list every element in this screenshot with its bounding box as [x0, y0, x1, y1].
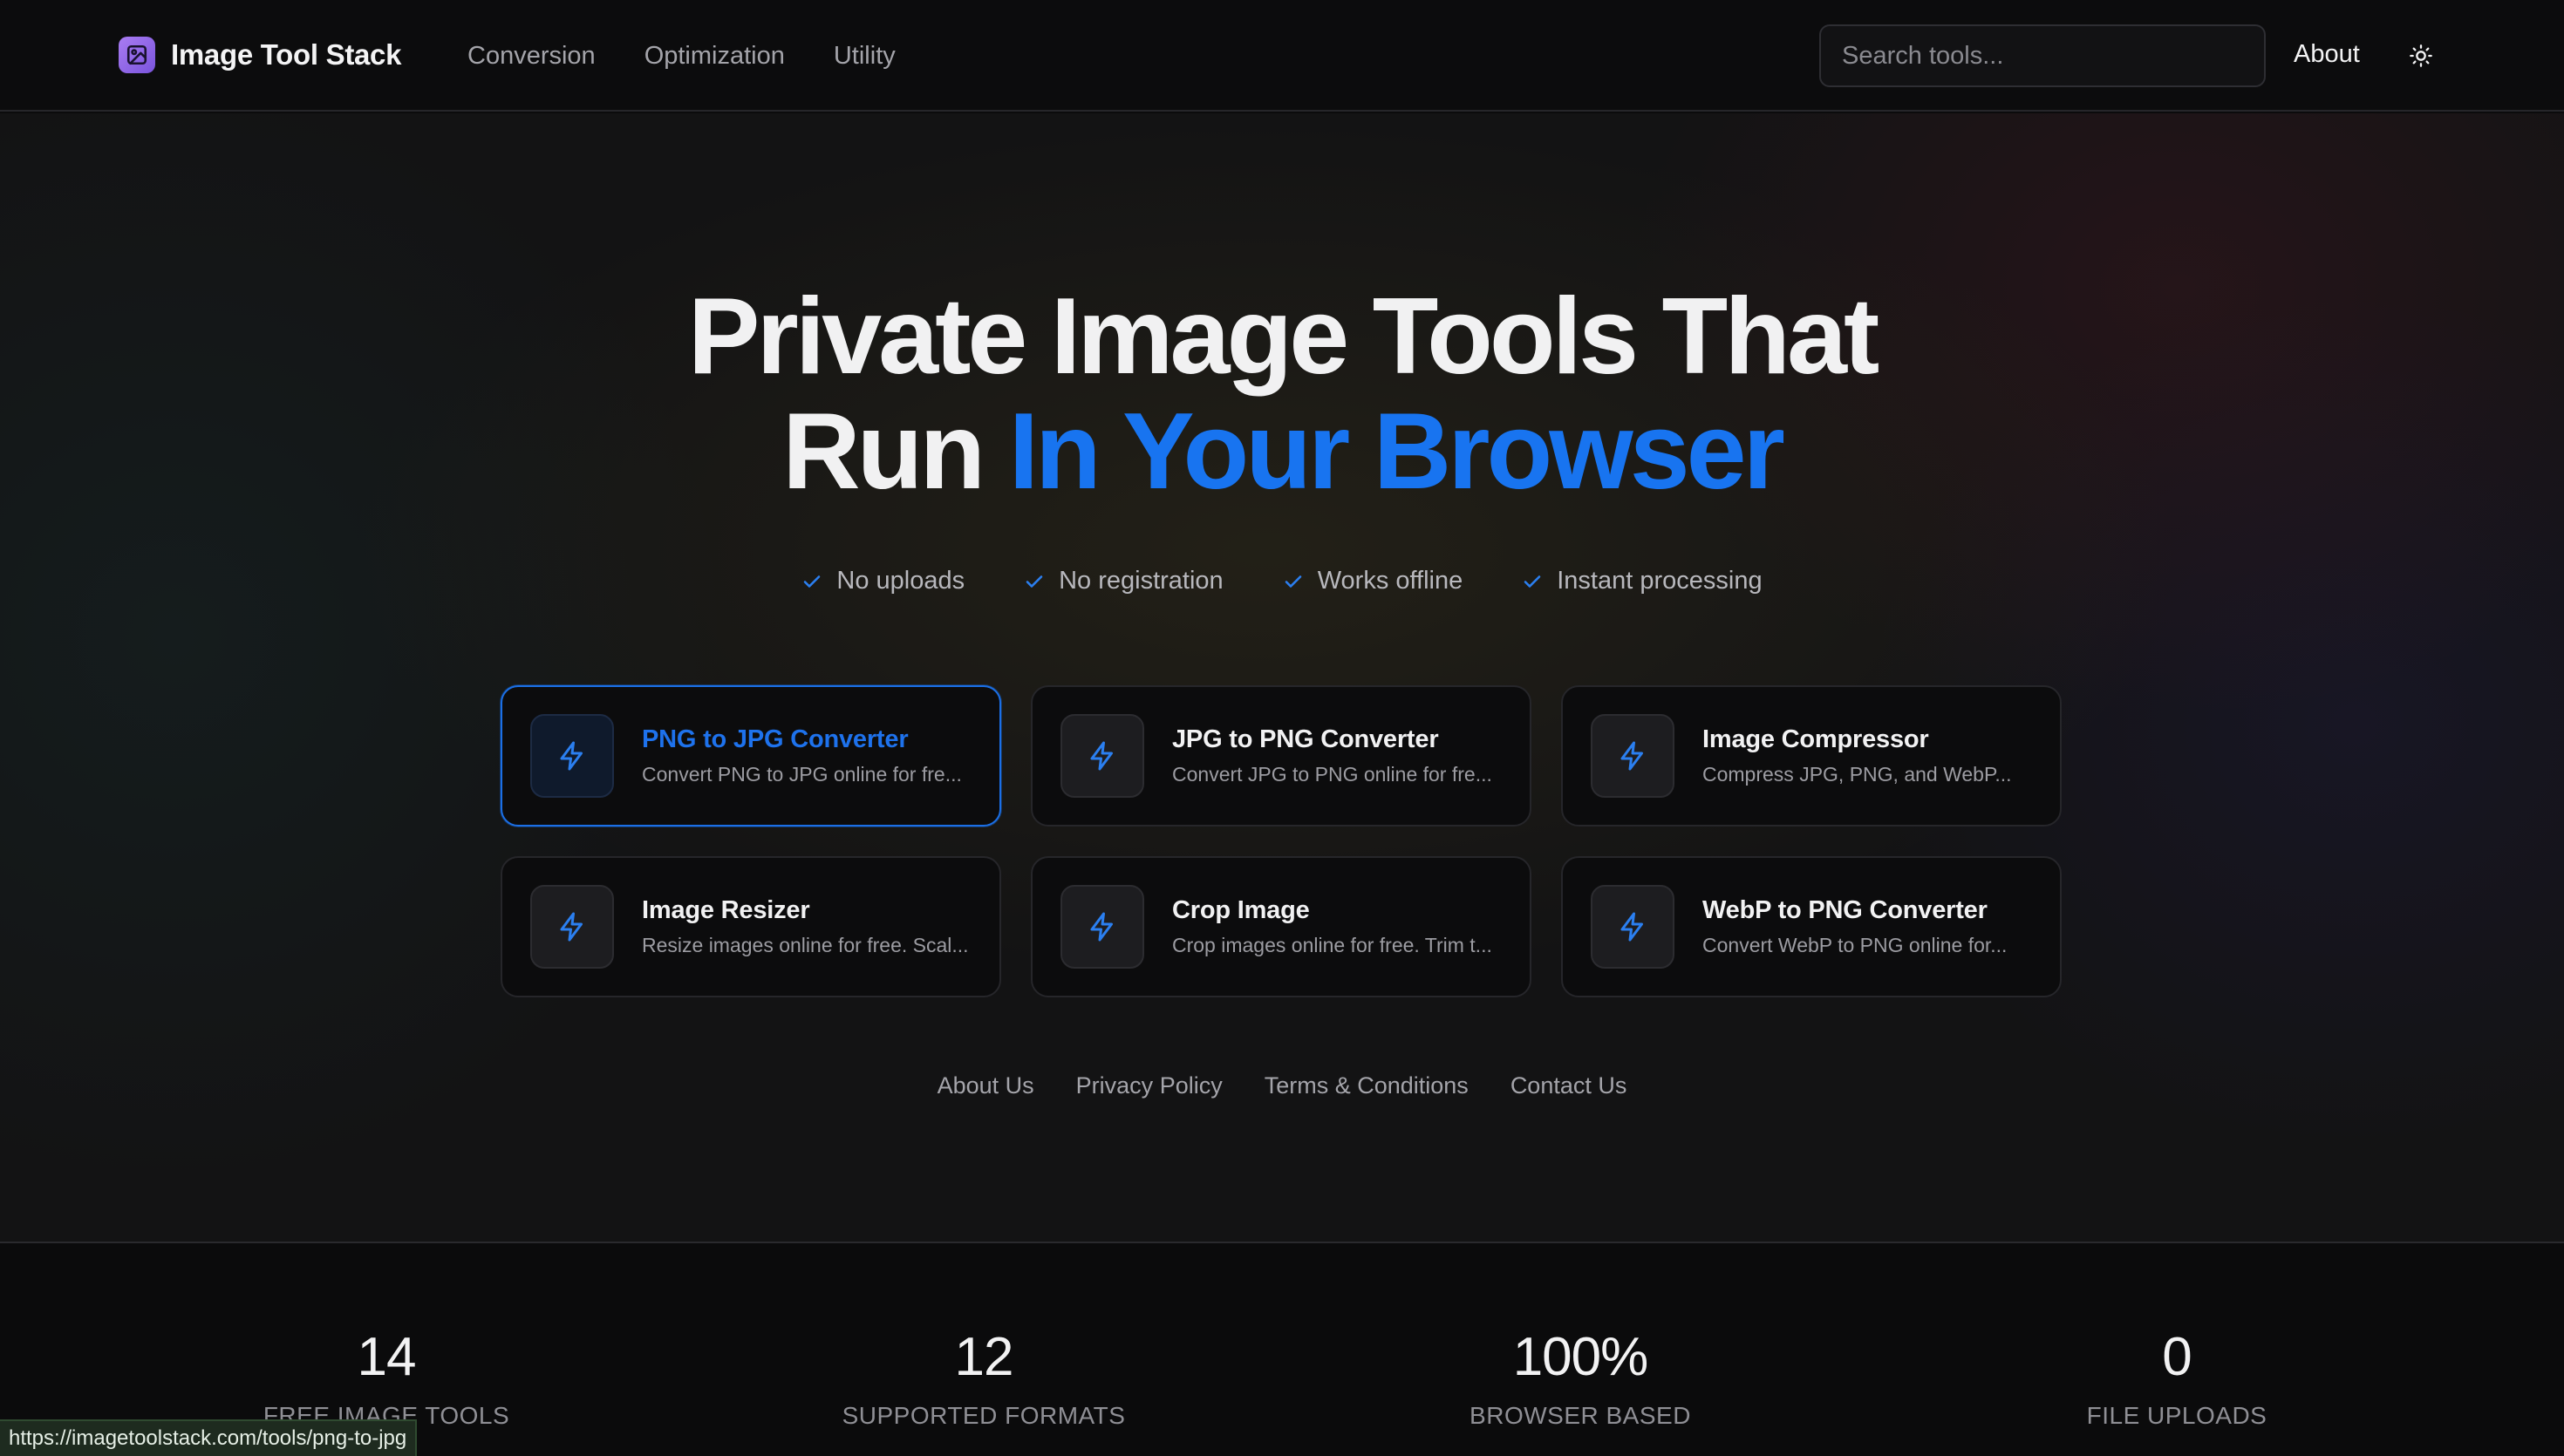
stat-item: 0 FILE UPLOADS — [1915, 1329, 2438, 1430]
feature-badge: No registration — [1024, 567, 1224, 595]
tool-card-jpg-to-png[interactable]: JPG to PNG Converter Convert JPG to PNG … — [1031, 685, 1531, 827]
tool-card-png-to-jpg[interactable]: PNG to JPG Converter Convert PNG to JPG … — [501, 685, 1001, 827]
footer-links: About Us Privacy Policy Terms & Conditio… — [0, 1072, 2564, 1099]
stat-label: SUPPORTED FORMATS — [842, 1402, 1126, 1429]
check-icon — [1285, 575, 1301, 588]
lightning-icon — [530, 714, 614, 798]
feature-badge: Works offline — [1283, 567, 1463, 595]
tool-card-title: JPG to PNG Converter — [1172, 725, 1439, 753]
tool-card-image-compressor[interactable]: Image Compressor Compress JPG, PNG, and … — [1561, 685, 2062, 827]
sun-icon — [2410, 44, 2432, 67]
nav-link-conversion[interactable]: Conversion — [467, 42, 596, 71]
stat-value: 12 — [954, 1327, 1014, 1387]
tool-card-title: PNG to JPG Converter — [642, 725, 909, 753]
tool-card-image-resizer[interactable]: Image Resizer Resize images online for f… — [501, 856, 1001, 997]
stat-label: BROWSER BASED — [1470, 1402, 1691, 1429]
stat-item: 100% BROWSER BASED — [1319, 1329, 1842, 1430]
stat-value: 100% — [1512, 1327, 1649, 1387]
page: Image Tool Stack Conversion Optimization… — [0, 0, 2564, 1456]
feature-badge: Instant processing — [1522, 567, 1763, 595]
hero-title: Private Image Tools That Run In Your Bro… — [0, 279, 2564, 509]
tool-card-title: Image Resizer — [642, 896, 810, 924]
image-icon — [119, 37, 155, 73]
stat-label: FILE UPLOADS — [2086, 1402, 2267, 1429]
nav-link-utility[interactable]: Utility — [834, 42, 896, 71]
hero-section: Private Image Tools That Run In Your Bro… — [0, 113, 2564, 1243]
tool-card-title: Image Compressor — [1702, 725, 1929, 753]
tool-card-grid: PNG to JPG Converter Convert PNG to JPG … — [501, 685, 2063, 997]
link-preview-status-bar: https://imagetoolstack.com/tools/png-to-… — [0, 1419, 418, 1456]
theme-toggle-button[interactable] — [2404, 38, 2438, 73]
hero-title-accent: In Your Browser — [1008, 391, 1785, 512]
tool-card-description: Crop images online for free. Trim t... — [1172, 934, 1492, 956]
tool-card-description: Convert PNG to JPG online for fre... — [642, 763, 962, 786]
feature-badges: No uploads No registration Works offline… — [0, 567, 2564, 595]
check-icon — [804, 575, 821, 588]
tool-card-description: Compress JPG, PNG, and WebP... — [1702, 763, 2012, 786]
tool-card-webp-to-png[interactable]: WebP to PNG Converter Convert WebP to PN… — [1561, 856, 2062, 997]
stat-item: 12 SUPPORTED FORMATS — [722, 1329, 1245, 1430]
top-navbar: Image Tool Stack Conversion Optimization… — [0, 0, 2564, 112]
lightning-icon — [1591, 885, 1674, 969]
lightning-icon — [1060, 885, 1144, 969]
nav-links: Conversion Optimization Utility — [467, 0, 944, 112]
tool-card-description: Convert WebP to PNG online for... — [1702, 934, 2008, 956]
footer-link-privacy-policy[interactable]: Privacy Policy — [1076, 1072, 1223, 1099]
stat-item: 14 FREE IMAGE TOOLS — [125, 1329, 648, 1430]
footer-link-contact-us[interactable]: Contact Us — [1510, 1072, 1627, 1099]
feature-badge-label: Instant processing — [1557, 567, 1763, 595]
feature-badge: No uploads — [801, 567, 965, 595]
feature-badge-label: No registration — [1059, 567, 1224, 595]
stat-value: 14 — [357, 1327, 417, 1387]
hero-title-line2-plain: Run — [782, 391, 1009, 512]
lightning-icon — [530, 885, 614, 969]
tool-card-description: Resize images online for free. Scal... — [642, 934, 969, 956]
nav-link-optimization[interactable]: Optimization — [644, 42, 785, 71]
nav-link-about[interactable]: About — [2294, 40, 2360, 69]
footer-link-terms[interactable]: Terms & Conditions — [1265, 1072, 1469, 1099]
tool-card-title: WebP to PNG Converter — [1702, 896, 1988, 924]
feature-badge-label: No uploads — [836, 567, 965, 595]
brand-logo-link[interactable]: Image Tool Stack — [119, 37, 401, 73]
tool-card-description: Convert JPG to PNG online for fre... — [1172, 763, 1492, 786]
stat-value: 0 — [2162, 1327, 2192, 1387]
feature-badge-label: Works offline — [1317, 567, 1463, 595]
lightning-icon — [1591, 714, 1674, 798]
lightning-icon — [1060, 714, 1144, 798]
check-icon — [1026, 575, 1043, 588]
search-input[interactable] — [1819, 24, 2266, 87]
hero-title-line1: Private Image Tools That — [687, 276, 1880, 397]
footer-link-about-us[interactable]: About Us — [938, 1072, 1034, 1099]
brand-name: Image Tool Stack — [171, 38, 402, 71]
tool-card-crop-image[interactable]: Crop Image Crop images online for free. … — [1031, 856, 1531, 997]
check-icon — [1524, 575, 1541, 588]
tool-card-title: Crop Image — [1172, 896, 1310, 924]
